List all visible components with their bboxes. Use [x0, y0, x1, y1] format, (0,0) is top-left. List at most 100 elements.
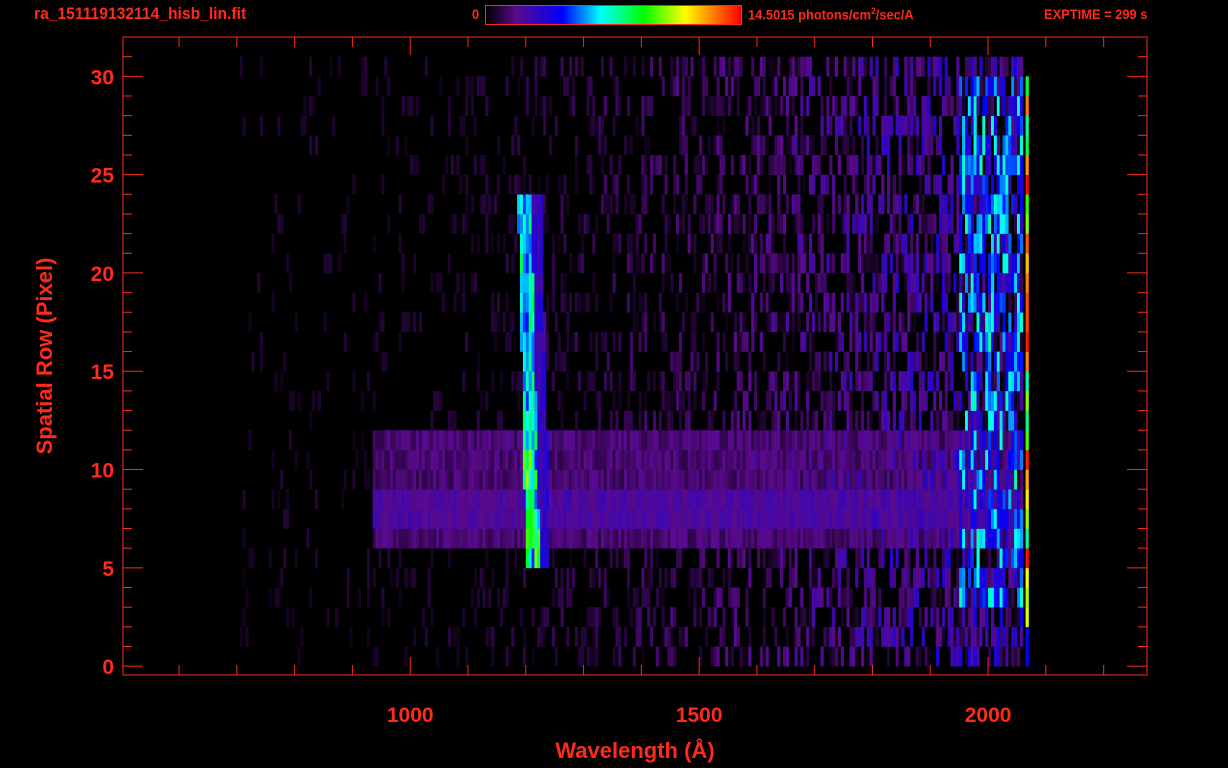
heatmap-cell: [551, 528, 555, 549]
heatmap-cell: [840, 115, 844, 136]
heatmap-cell: [910, 292, 914, 313]
heatmap-cell: [560, 292, 564, 313]
heatmap-cell: [817, 351, 821, 372]
heatmap-cell: [702, 489, 706, 510]
heatmap-cell: [1011, 56, 1015, 77]
heatmap-cell: [996, 548, 1000, 569]
heatmap-cell: [580, 469, 584, 490]
heatmap-cell: [690, 508, 694, 529]
heatmap-cell: [962, 272, 966, 293]
heatmap-cell: [442, 508, 446, 529]
heatmap-cell: [546, 292, 550, 313]
heatmap-cell: [693, 587, 697, 608]
heatmap-cell: [574, 410, 579, 431]
heatmap-cell: [673, 567, 677, 588]
heatmap-cell: [534, 56, 538, 77]
heatmap-cell: [861, 272, 865, 293]
heatmap-cell: [988, 253, 992, 274]
heatmap-cell: [999, 155, 1003, 175]
heatmap-cell: [716, 587, 720, 608]
heatmap-cell: [947, 508, 951, 529]
heatmap-cell: [442, 430, 446, 451]
heatmap-cell: [1011, 135, 1015, 156]
heatmap-cell: [540, 213, 544, 234]
heatmap-cell: [589, 508, 593, 529]
heatmap-cell: [791, 292, 795, 313]
heatmap-cell: [967, 469, 972, 490]
heatmap-cell: [364, 56, 368, 77]
heatmap-cell: [820, 469, 824, 490]
heatmap-cell: [496, 508, 501, 529]
heatmap-cell: [843, 390, 847, 411]
heatmap-cell: [447, 508, 451, 529]
heatmap-cell: [378, 508, 382, 529]
heatmap-cell: [661, 587, 665, 608]
heatmap-cell: [982, 587, 986, 608]
heatmap-cell: [820, 528, 824, 549]
heatmap-cell: [644, 96, 648, 116]
heatmap-cell: [820, 489, 824, 510]
heatmap-cell: [641, 174, 645, 195]
heatmap-cell: [525, 508, 529, 529]
heatmap-cell: [939, 253, 943, 274]
heatmap-cell: [664, 410, 668, 431]
heatmap-cell: [1008, 331, 1012, 352]
heatmap-cell: [780, 390, 784, 411]
heatmap-cell: [641, 587, 645, 608]
heatmap-cell: [520, 607, 524, 628]
heatmap-cell: [404, 469, 408, 490]
heatmap-cell: [930, 56, 934, 77]
heatmap-cell: [785, 135, 789, 156]
heatmap-cell: [378, 528, 382, 549]
heatmap-cell: [913, 489, 917, 510]
heatmap-cell: [707, 508, 711, 529]
heatmap-cell: [962, 115, 966, 136]
heatmap-cell: [592, 607, 596, 628]
heatmap-cell: [517, 489, 521, 510]
heatmap-cell: [855, 469, 859, 490]
heatmap-cell: [548, 508, 553, 529]
heatmap-cell: [626, 253, 631, 274]
heatmap-cell: [245, 626, 249, 647]
heatmap-cell: [1025, 449, 1029, 470]
heatmap-cell: [927, 449, 931, 470]
heatmap-cell: [826, 253, 830, 274]
heatmap-cell: [644, 410, 648, 431]
heatmap-cell: [832, 449, 836, 470]
heatmap-cell: [872, 567, 876, 588]
heatmap-cell: [849, 430, 853, 451]
heatmap-cell: [869, 194, 873, 215]
heatmap-cell: [924, 312, 928, 333]
heatmap-cell: [936, 272, 940, 293]
heatmap-cell: [910, 351, 914, 372]
heatmap-cell: [641, 489, 645, 510]
heatmap-cell: [595, 351, 599, 372]
heatmap-cell: [577, 646, 581, 667]
heatmap-cell: [609, 410, 613, 431]
heatmap-cell: [861, 528, 865, 549]
heatmap-cell: [892, 508, 896, 529]
heatmap-cell: [855, 489, 859, 510]
heatmap-cell: [967, 351, 972, 372]
heatmap-cell: [780, 469, 784, 490]
heatmap-cell: [543, 430, 547, 451]
heatmap-cell: [592, 508, 596, 529]
heatmap-cell: [260, 351, 264, 372]
heatmap-cell: [892, 430, 896, 451]
heatmap-cell: [1002, 292, 1006, 313]
heatmap-cell: [918, 469, 922, 490]
heatmap-cell: [806, 390, 810, 411]
heatmap-cell: [991, 449, 995, 470]
heatmap-cell: [1005, 135, 1009, 156]
heatmap-cell: [991, 331, 995, 352]
heatmap-cell: [543, 213, 547, 234]
heatmap-cell: [684, 135, 688, 156]
heatmap-cell: [566, 567, 570, 588]
heatmap-cell: [603, 508, 607, 529]
heatmap-cell: [540, 194, 544, 215]
heatmap-cell: [297, 646, 301, 667]
heatmap-cell: [756, 469, 761, 490]
heatmap-cell: [699, 449, 703, 470]
heatmap-cell: [840, 135, 844, 156]
heatmap-cell: [632, 646, 636, 667]
